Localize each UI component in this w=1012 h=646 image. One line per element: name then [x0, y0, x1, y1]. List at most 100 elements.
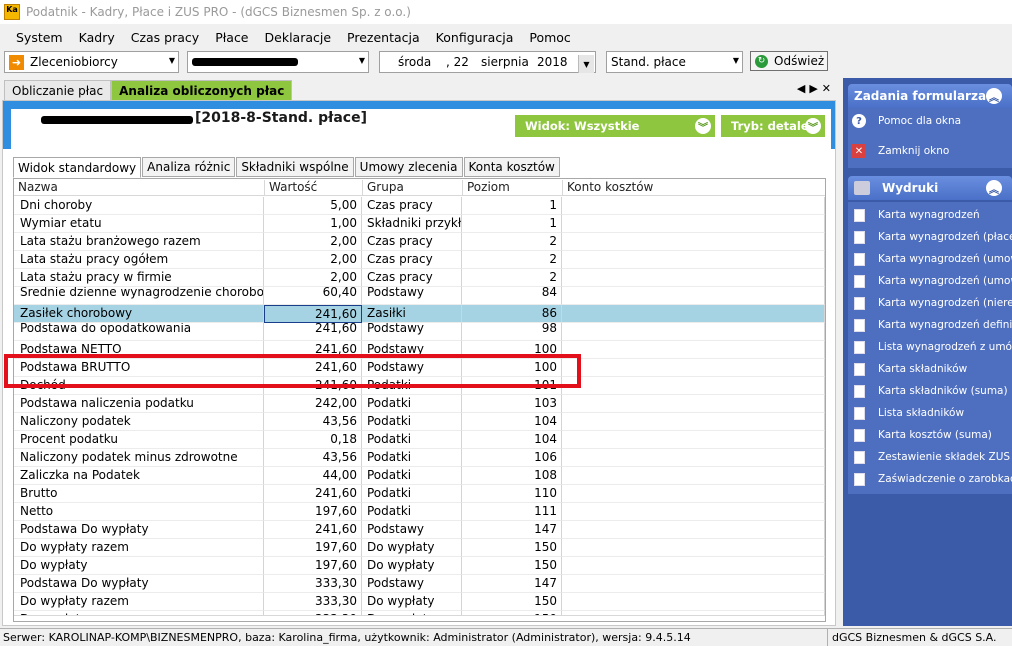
- menu-place[interactable]: Płace: [207, 30, 256, 45]
- table-row[interactable]: Procent podatku 0,18 Podatki 104: [14, 431, 825, 449]
- tab-analiza-roznic[interactable]: Analiza różnic: [142, 157, 236, 177]
- cell-konto-kosztow: [562, 233, 825, 251]
- print-item[interactable]: Karta wynagrodzeń: [848, 204, 1012, 226]
- table-row[interactable]: Zaliczka na Podatek 44,00 Podatki 108: [14, 467, 825, 485]
- column-header-wartosc[interactable]: Wartość: [264, 180, 362, 196]
- task-help[interactable]: ? Pomoc dla okna: [848, 110, 1012, 132]
- tab-prev-icon[interactable]: ◀: [797, 82, 809, 95]
- status-connection-info: Serwer: KAROLINAP-KOMP\BIZNESMENPRO, baz…: [3, 631, 691, 644]
- employee-type-select[interactable]: ➜ Zleceniobiorcy ▼: [4, 51, 179, 73]
- print-item[interactable]: Karta wynagrodzeń (umowy-: [848, 270, 1012, 292]
- table-row[interactable]: Do wypłaty razem 333,30 Do wypłaty 150: [14, 593, 825, 611]
- cell-nazwa: Zaliczka na Podatek: [14, 467, 264, 485]
- menu-kadry[interactable]: Kadry: [71, 30, 123, 45]
- tryb-mode-button[interactable]: Tryb: detale ︾: [721, 115, 825, 137]
- print-item[interactable]: Karta wynagrodzeń definiow: [848, 314, 1012, 336]
- cell-poziom: 147: [462, 521, 562, 539]
- column-header-nazwa[interactable]: Nazwa: [14, 180, 264, 196]
- tab-next-icon[interactable]: ▶: [809, 82, 821, 95]
- table-row[interactable]: Średnie dzienne wynagrodzenie chorobowe 6…: [14, 287, 825, 305]
- print-item[interactable]: Zestawienie składek ZUS i P: [848, 446, 1012, 468]
- table-row[interactable]: Podstawa BRUTTO 241,60 Podstawy 100: [14, 359, 825, 377]
- table-row[interactable]: Do wypłaty razem 197,60 Do wypłaty 150: [14, 539, 825, 557]
- table-row[interactable]: Brutto 241,60 Podatki 110: [14, 485, 825, 503]
- cell-nazwa: Podstawa naliczenia podatku: [14, 395, 264, 413]
- print-item[interactable]: Zaświadczenie o zarobkach: [848, 468, 1012, 490]
- tab-skladniki-wspolne[interactable]: Składniki wspólne: [236, 157, 354, 177]
- menu-pomoc[interactable]: Pomoc: [521, 30, 578, 45]
- cell-grupa: Podatki: [362, 485, 462, 503]
- column-header-grupa[interactable]: Grupa: [362, 180, 462, 196]
- table-row[interactable]: Podstawa Do wypłaty 333,30 Podstawy 147: [14, 575, 825, 593]
- tab-konta-kosztow[interactable]: Konta kosztów: [463, 157, 560, 177]
- cell-nazwa: Dochód: [14, 377, 264, 395]
- table-row[interactable]: Dochód 241,60 Podatki 101: [14, 377, 825, 395]
- chevron-down-icon: ︾: [805, 118, 821, 134]
- view-select[interactable]: Stand. płace ▼: [606, 51, 743, 73]
- cell-wartosc: 241,60: [264, 377, 362, 395]
- cell-poziom: 147: [462, 575, 562, 593]
- print-item[interactable]: Karta składników (suma): [848, 380, 1012, 402]
- table-row[interactable]: Naliczony podatek 43,56 Podatki 104: [14, 413, 825, 431]
- table-row[interactable]: Podstawa do opodatkowania 241,60 Podstawy 9…: [14, 323, 825, 341]
- menu-konfiguracja[interactable]: Konfiguracja: [428, 30, 522, 45]
- document-icon: [852, 340, 866, 354]
- table-row[interactable]: Podstawa naliczenia podatku 242,00 Podatki…: [14, 395, 825, 413]
- print-item[interactable]: Karta kosztów (suma): [848, 424, 1012, 446]
- print-item[interactable]: Karta składników: [848, 358, 1012, 380]
- table-row[interactable]: Lata stażu pracy ogółem 2,00 Czas pracy 2: [14, 251, 825, 269]
- print-item[interactable]: Lista wynagrodzeń z umów: [848, 336, 1012, 358]
- document-icon: [852, 472, 866, 486]
- print-item[interactable]: Karta wynagrodzeń (płace): [848, 226, 1012, 248]
- collapse-up-icon[interactable]: ︽: [986, 88, 1002, 104]
- printer-icon: [854, 181, 870, 195]
- cell-nazwa: Wymiar etatu: [14, 215, 264, 233]
- task-close-window[interactable]: ✕ Zamknij okno: [848, 140, 1012, 162]
- tab-widok-standardowy[interactable]: Widok standardowy: [13, 157, 142, 178]
- cell-grupa: Do wypłaty: [362, 593, 462, 611]
- tab-analiza-obliczonych-plac[interactable]: Analiza obliczonych płac: [111, 80, 293, 100]
- cell-nazwa: Brutto: [14, 485, 264, 503]
- tab-obliczanie-plac[interactable]: Obliczanie płac: [4, 80, 112, 100]
- tab-close-icon[interactable]: ✕: [822, 82, 835, 95]
- cell-poziom: 86: [462, 305, 562, 323]
- print-item[interactable]: Karta wynagrodzeń (nierezy: [848, 292, 1012, 314]
- menu-system[interactable]: System: [8, 30, 71, 45]
- cell-konto-kosztow: [562, 359, 825, 377]
- table-row[interactable]: Lata stażu pracy w firmie 2,00 Czas pracy 2: [14, 269, 825, 287]
- table-row[interactable]: Zasiłek chorobowy 241,60 Zasiłki 86: [14, 305, 825, 323]
- collapse-up-icon[interactable]: ︽: [986, 180, 1002, 196]
- menu-czas-pracy[interactable]: Czas pracy: [123, 30, 207, 45]
- menu-prezentacja[interactable]: Prezentacja: [339, 30, 428, 45]
- cell-poziom: 98: [462, 323, 562, 341]
- prints-list: Karta wynagrodzeń Karta wynagrodzeń (płac…: [848, 202, 1012, 494]
- refresh-icon: ↻: [755, 54, 768, 68]
- data-grid[interactable]: Nazwa Wartość Grupa Poziom Konto kosztów…: [13, 178, 826, 622]
- cell-nazwa: Do wypłaty razem: [14, 539, 264, 557]
- table-row[interactable]: Do wypłaty 197,60 Do wypłaty 150: [14, 557, 825, 575]
- document-icon: [852, 230, 866, 244]
- document-icon: [852, 208, 866, 222]
- print-item[interactable]: Karta wynagrodzeń (umowy): [848, 248, 1012, 270]
- table-row[interactable]: Naliczony podatek minus zdrowotne 43,56 Po…: [14, 449, 825, 467]
- table-row[interactable]: Podstawa Do wypłaty 241,60 Podstawy 147: [14, 521, 825, 539]
- menu-deklaracje[interactable]: Deklaracje: [257, 30, 340, 45]
- employee-name-select[interactable]: ▼: [187, 51, 369, 73]
- cell-konto-kosztow: [562, 377, 825, 395]
- print-item[interactable]: Lista składników: [848, 402, 1012, 424]
- prints-section-header[interactable]: Wydruki ︽: [848, 176, 1012, 200]
- table-row[interactable]: Wymiar etatu 1,00 Składniki przykła 1: [14, 215, 825, 233]
- refresh-button[interactable]: ↻ Odśwież: [750, 51, 828, 71]
- tasks-section-header[interactable]: Zadania formularza ︽: [848, 84, 1012, 108]
- cell-grupa: Podatki: [362, 413, 462, 431]
- column-header-poziom[interactable]: Poziom: [462, 180, 562, 196]
- column-header-konto-kosztow[interactable]: Konto kosztów: [562, 180, 825, 196]
- tab-umowy-zlecenia[interactable]: Umowy zlecenia: [354, 157, 463, 177]
- date-picker[interactable]: środa , 22 sierpnia 2018 ▼: [379, 51, 596, 73]
- table-row[interactable]: Lata stażu branżowego razem 2,00 Czas prac…: [14, 233, 825, 251]
- table-row[interactable]: Dni choroby 5,00 Czas pracy 1: [14, 197, 825, 215]
- widok-filter-button[interactable]: Widok: Wszystkie ︾: [515, 115, 715, 137]
- table-row[interactable]: Podstawa NETTO 241,60 Podstawy 100: [14, 341, 825, 359]
- table-row[interactable]: Netto 197,60 Podatki 111: [14, 503, 825, 521]
- calendar-dropdown-icon[interactable]: ▼: [578, 55, 594, 73]
